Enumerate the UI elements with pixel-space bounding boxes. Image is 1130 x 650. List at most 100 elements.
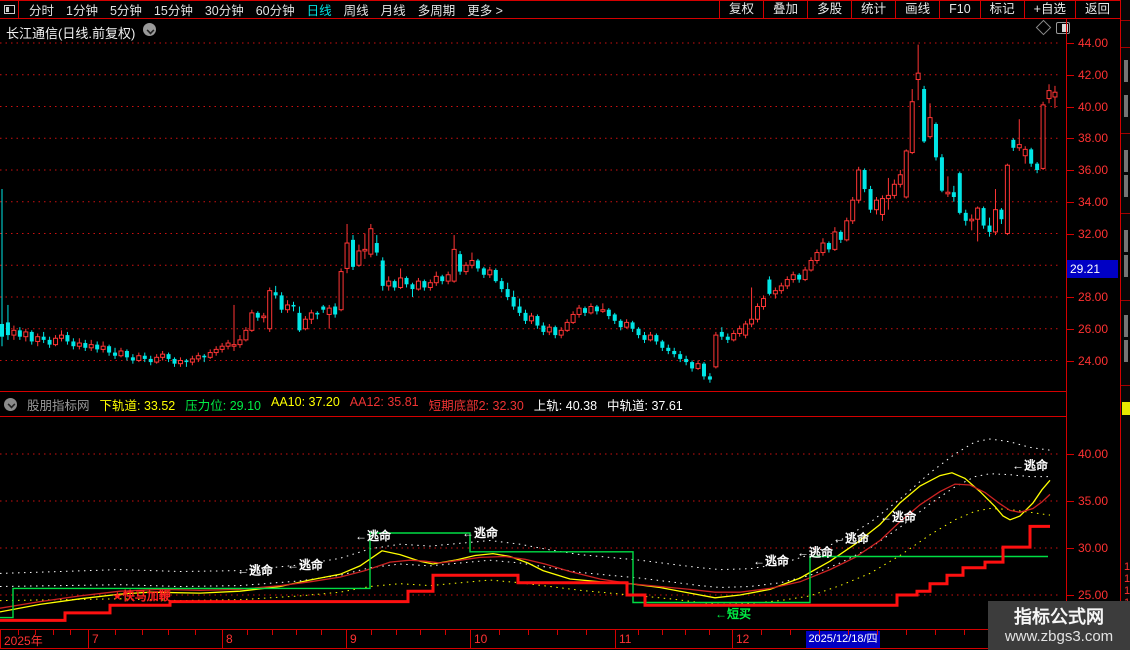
time-axis-label: 7 (92, 632, 99, 646)
time-tick-minor (685, 630, 686, 635)
tool-item-+自选[interactable]: +自选 (1023, 1, 1075, 18)
price-axis-label: 32.00 (1078, 226, 1109, 241)
axis-tick (1067, 138, 1074, 140)
indicator-axis-label: 35.00 (1078, 494, 1109, 508)
time-axis-label: 10 (474, 632, 488, 646)
tool-item-画线[interactable]: 画线 (895, 1, 939, 18)
sliver-highlight-cell (1122, 402, 1130, 415)
annotation: ←短买 (715, 606, 751, 621)
tool-item-多股[interactable]: 多股 (807, 1, 851, 18)
time-tick-minor (420, 630, 421, 635)
time-tick-minor (557, 630, 558, 635)
tool-item-复权[interactable]: 复权 (719, 1, 763, 18)
time-tick-major (88, 630, 89, 648)
period-item-60分钟[interactable]: 60分钟 (256, 0, 295, 19)
crosshair-price-badge: 29.21 (1067, 260, 1118, 278)
axis-tick (1067, 201, 1074, 203)
main-candlestick-chart[interactable] (0, 40, 1066, 392)
annotation: ←逃命 (880, 509, 917, 524)
period-item-月线[interactable]: 月线 (381, 0, 406, 19)
price-axis-label: 40.00 (1078, 99, 1109, 114)
diamond-icon[interactable] (1035, 19, 1052, 36)
time-tick-minor (819, 630, 820, 635)
time-tick-major (615, 630, 616, 648)
watermark-url: www.zbgs3.com (1004, 627, 1114, 645)
chevron-down-icon[interactable] (4, 397, 17, 411)
period-item-日线[interactable]: 日线 (307, 0, 332, 19)
axis-tick (1067, 233, 1074, 235)
axis-tick (1067, 501, 1074, 502)
period-item-5分钟[interactable]: 5分钟 (110, 0, 142, 19)
sliver-digit: 1 (1124, 573, 1130, 585)
indicator-value-中轨道: 中轨道: 37.61 (607, 398, 683, 413)
period-item-分时[interactable]: 分时 (29, 0, 54, 19)
tool-item-标记[interactable]: 标记 (979, 1, 1024, 18)
period-item-更多 >[interactable]: 更多 > (467, 0, 503, 19)
chevron-down-icon[interactable] (143, 23, 156, 36)
annotation: ←逃命 (462, 525, 499, 540)
sliver-text-fragment (1124, 60, 1128, 82)
tool-item-统计[interactable]: 统计 (851, 1, 895, 18)
time-tick-minor (848, 630, 849, 635)
axis-tick (1067, 43, 1074, 44)
time-tick-minor (586, 630, 587, 635)
time-tick-minor (247, 630, 248, 635)
axis-tick (1067, 328, 1074, 330)
time-tick-minor (906, 630, 907, 635)
indicator-chart[interactable]: ←逃命 ←逃命←逃命 ←逃命←逃命←逃命←逃命←逃命←逃命←短买★快马加鞭 (0, 417, 1066, 629)
time-tick-minor (638, 630, 639, 635)
indicator-line-短期底部2 (0, 524, 1050, 622)
indicator-axis-label: 25.00 (1078, 588, 1109, 602)
time-tick-minor (499, 630, 500, 635)
sliver-text-fragment (1124, 95, 1128, 117)
sliver-text-fragment (1124, 230, 1128, 252)
time-tick-major (470, 630, 471, 648)
indicator-axis-label: 30.00 (1078, 541, 1109, 555)
indicator-header: 股朋指标网 下轨道: 33.52 压力位: 29.10 AA10: 37.20 AA1… (0, 391, 1066, 417)
annotation: ←逃命 (355, 528, 392, 543)
period-item-1分钟[interactable]: 1分钟 (66, 0, 98, 19)
sliver-separator (1121, 300, 1130, 301)
sliver-digit: 1 (1124, 561, 1130, 573)
time-tick-minor (964, 630, 965, 635)
time-tick-major (346, 630, 347, 648)
period-item-周线[interactable]: 周线 (344, 0, 369, 19)
time-axis: 2025/12/18/四 2025年 7 8 9 10 11 12 (0, 629, 1066, 649)
indicator-source-label: 股朋指标网 (27, 398, 90, 413)
time-tick-major (222, 630, 223, 648)
time-tick-minor (195, 630, 196, 635)
price-axis-label: 44.00 (1078, 36, 1109, 50)
period-menu: 分时 1分钟 5分钟 15分钟 30分钟 60分钟 日线 周线 月线 多周期 更多 > (29, 0, 503, 19)
time-tick-major (732, 630, 733, 648)
panel-toggle-icon[interactable] (1056, 22, 1070, 34)
price-axis-line (1066, 19, 1067, 649)
time-tick-minor (70, 630, 71, 635)
axis-tick (1067, 454, 1074, 455)
period-item-多周期[interactable]: 多周期 (418, 0, 456, 19)
annotation: ←逃命 (237, 563, 274, 578)
axis-tick (1067, 170, 1074, 171)
sliver-text-fragment (1124, 255, 1128, 277)
price-axis-label: 28.00 (1078, 290, 1109, 304)
sliver-text-fragment (1124, 340, 1128, 362)
time-tick-minor (709, 630, 710, 635)
tool-item-返回[interactable]: 返回 (1074, 1, 1119, 18)
time-axis-label: 2025年 (4, 634, 43, 648)
time-tick-minor (761, 630, 762, 635)
price-axis-label: 24.00 (1078, 353, 1109, 368)
axis-tick (1067, 74, 1074, 76)
axis-tick (1067, 548, 1074, 549)
window-menu-button[interactable] (0, 1, 19, 18)
title-bar: 长江通信(日线.前复权) (0, 19, 1070, 41)
indicator-value-下轨道: 下轨道: 33.52 (99, 398, 176, 413)
period-item-30分钟[interactable]: 30分钟 (205, 0, 244, 19)
sliver-text-fragment (1124, 315, 1128, 337)
tool-item-F10[interactable]: F10 (939, 1, 980, 18)
time-tick-minor (115, 630, 116, 635)
indicator-axis-label: 40.00 (1078, 447, 1109, 461)
watermark: 指标公式网 www.zbgs3.com (988, 601, 1130, 650)
tool-item-叠加[interactable]: 叠加 (763, 1, 807, 18)
app-window: 分时 1分钟 5分钟 15分钟 30分钟 60分钟 日线 周线 月线 多周期 更多 > 复权 叠加 多股… (0, 0, 1130, 650)
side-panel-sliver[interactable]: 1111111 (1120, 0, 1130, 650)
period-item-15分钟[interactable]: 15分钟 (154, 0, 193, 19)
